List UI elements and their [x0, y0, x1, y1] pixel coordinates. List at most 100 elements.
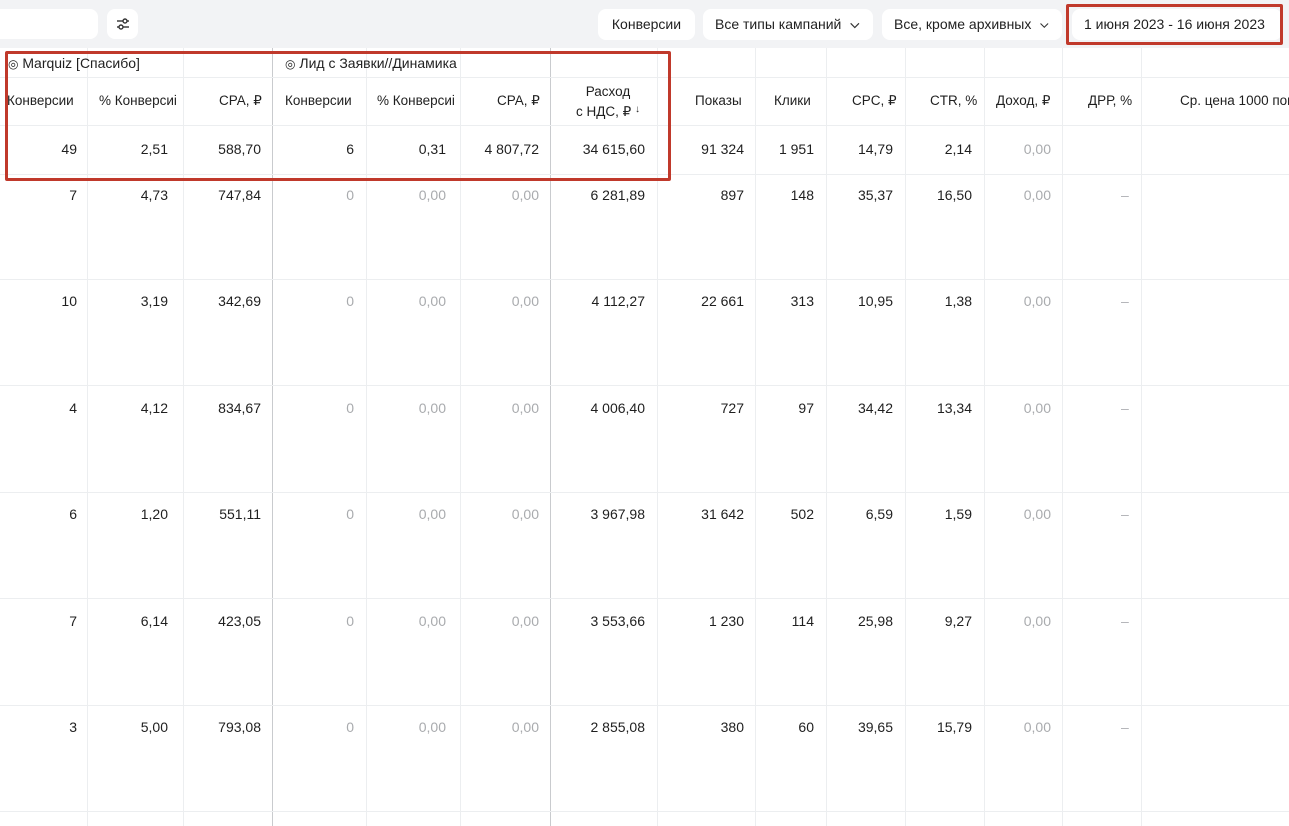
- cell-clicks: 97: [798, 400, 814, 416]
- cell-conversions-2: 0: [346, 400, 354, 416]
- column-header-conversion-rate[interactable]: % Конверсиі: [377, 93, 455, 108]
- cell-revenue: 0,00: [1023, 506, 1051, 522]
- column-header-ctr[interactable]: CTR, %: [930, 93, 977, 108]
- cell-conversions: 3: [69, 719, 77, 735]
- cell-drr: –: [1121, 400, 1129, 416]
- cell-ctr: 13,34: [936, 400, 972, 416]
- total-spend: 34 615,60: [582, 141, 645, 157]
- cell-cpa: 793,08: [218, 719, 261, 735]
- cell-drr: –: [1121, 293, 1129, 309]
- cell-clicks: 148: [790, 187, 814, 203]
- conversions-button[interactable]: Конверсии: [598, 9, 695, 40]
- chevron-down-icon: [1040, 22, 1049, 28]
- total-ctr: 2,14: [944, 141, 972, 157]
- archive-filter-label: Все, кроме архивных: [894, 16, 1032, 32]
- search-input[interactable]: [0, 9, 98, 39]
- column-header-conversions[interactable]: Конверсии: [7, 93, 74, 108]
- cell-spend: 2 855,08: [590, 719, 646, 735]
- cell-cpc: 35,37: [857, 187, 893, 203]
- goal-group-marquiz[interactable]: ◎ Marquiz [Спасибо]: [8, 55, 140, 71]
- spend-header-line1: Расход: [585, 84, 631, 99]
- cell-cpa-2: 0,00: [511, 293, 539, 309]
- cell-revenue: 0,00: [1023, 400, 1051, 416]
- toolbar: Конверсии Все типы кампаний Все, кроме а…: [0, 0, 1289, 48]
- cell-conversion-rate: 3,19: [140, 293, 168, 309]
- cell-cpa: 551,11: [219, 506, 261, 522]
- cell-spend: 4 006,40: [590, 400, 646, 416]
- column-header-conversion-rate[interactable]: % Конверсиі: [99, 93, 177, 108]
- cell-cpa-2: 0,00: [511, 719, 539, 735]
- cell-cpa: 342,69: [218, 293, 261, 309]
- archive-filter-dropdown[interactable]: Все, кроме архивных: [882, 9, 1062, 40]
- column-header-cpc[interactable]: CPC, ₽: [852, 93, 897, 109]
- cell-conversion-rate-2: 0,00: [418, 400, 446, 416]
- cell-impressions: 22 661: [701, 293, 744, 309]
- cell-cpc: 25,98: [857, 613, 893, 629]
- cell-conversion-rate: 5,00: [140, 719, 168, 735]
- cell-ctr: 1,59: [944, 506, 972, 522]
- total-clicks: 1 951: [778, 141, 814, 157]
- column-header-drr[interactable]: ДРР, %: [1088, 93, 1132, 108]
- goal-group-label: Лид с Заявки//Динамика: [299, 55, 457, 71]
- cell-cpa: 423,05: [218, 613, 261, 629]
- conversions-button-label: Конверсии: [611, 16, 682, 32]
- column-header-cpm[interactable]: Ср. цена 1000 пок: [1180, 93, 1289, 108]
- goal-group-label: Marquiz [Спасибо]: [22, 55, 140, 71]
- cell-impressions: 897: [720, 187, 744, 203]
- column-header-clicks[interactable]: Клики: [774, 93, 811, 108]
- goal-group-lead[interactable]: ◎ Лид с Заявки//Динамика: [285, 55, 457, 71]
- cell-spend: 3 553,66: [590, 613, 646, 629]
- sliders-icon: [116, 18, 129, 30]
- cell-impressions: 1 230: [708, 613, 744, 629]
- cell-ctr: 1,38: [944, 293, 972, 309]
- cell-conversions-2: 0: [346, 506, 354, 522]
- cell-impressions: 727: [720, 400, 744, 416]
- cell-drr: –: [1121, 613, 1129, 629]
- cell-revenue: 0,00: [1023, 719, 1051, 735]
- total-conversions-2: 6: [346, 141, 354, 157]
- column-header-spend[interactable]: Расход с НДС, ₽ ↓: [576, 83, 640, 121]
- cell-ctr: 15,79: [936, 719, 972, 735]
- total-cpa-2: 4 807,72: [484, 141, 540, 157]
- campaign-types-dropdown[interactable]: Все типы кампаний: [703, 9, 873, 40]
- cell-conversion-rate-2: 0,00: [418, 293, 446, 309]
- cell-conversion-rate-2: 0,00: [418, 506, 446, 522]
- cell-cpa-2: 0,00: [511, 187, 539, 203]
- cell-impressions: 31 642: [701, 506, 744, 522]
- cell-drr: –: [1121, 187, 1129, 203]
- cell-conversions: 6: [69, 506, 77, 522]
- cell-drr: –: [1121, 719, 1129, 735]
- cell-conversion-rate-2: 0,00: [418, 613, 446, 629]
- cell-cpc: 10,95: [857, 293, 893, 309]
- target-icon: ◎: [8, 57, 19, 71]
- target-icon: ◎: [285, 57, 296, 71]
- chevron-down-icon: [850, 22, 860, 28]
- column-header-impressions[interactable]: Показы: [695, 93, 742, 108]
- spend-header-line2: с НДС, ₽ ↓: [576, 104, 640, 119]
- cell-conversion-rate-2: 0,00: [418, 719, 446, 735]
- cell-cpa-2: 0,00: [511, 506, 539, 522]
- cell-cpc: 39,65: [857, 719, 893, 735]
- cell-clicks: 313: [790, 293, 814, 309]
- date-range-picker[interactable]: 1 июня 2023 - 16 июня 2023: [1072, 9, 1282, 40]
- cell-impressions: 380: [720, 719, 744, 735]
- column-header-revenue[interactable]: Доход, ₽: [996, 93, 1050, 109]
- cell-clicks: 60: [798, 719, 814, 735]
- cell-spend: 3 967,98: [590, 506, 646, 522]
- cell-cpa: 747,84: [218, 187, 261, 203]
- cell-cpc: 6,59: [865, 506, 893, 522]
- total-conversions: 49: [61, 141, 77, 157]
- cell-cpa-2: 0,00: [511, 613, 539, 629]
- cell-ctr: 9,27: [944, 613, 972, 629]
- cell-conversions-2: 0: [346, 187, 354, 203]
- cell-conversions: 10: [61, 293, 77, 309]
- column-header-conversions[interactable]: Конверсии: [285, 93, 352, 108]
- column-header-cpa[interactable]: CPA, ₽: [219, 93, 262, 109]
- total-revenue: 0,00: [1023, 141, 1051, 157]
- cell-revenue: 0,00: [1023, 187, 1051, 203]
- total-cpa: 588,70: [218, 141, 261, 157]
- settings-button[interactable]: [107, 9, 138, 39]
- column-header-cpa[interactable]: CPA, ₽: [497, 93, 540, 109]
- total-conversion-rate-2: 0,31: [418, 141, 446, 157]
- cell-spend: 4 112,27: [591, 293, 645, 309]
